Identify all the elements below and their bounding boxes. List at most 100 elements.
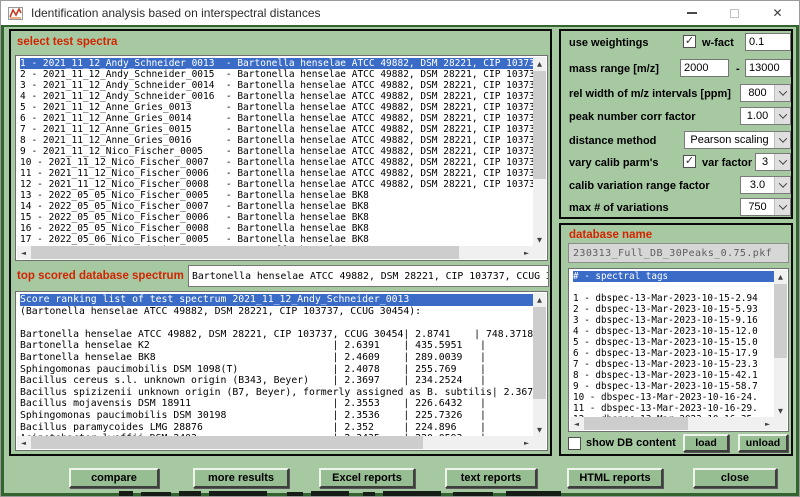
- distance-method-label: distance method: [569, 135, 656, 147]
- list-item[interactable]: 7 - dbspec-13-Mar-2023-10-15-23.3: [573, 359, 774, 370]
- list-item[interactable]: 8 - 2021_11_12_Anne_Gries_0016 - Bartone…: [20, 135, 533, 146]
- minimize-glyph: [687, 12, 697, 14]
- rel-width-value: 800: [741, 85, 774, 101]
- list-item[interactable]: Score ranking list of test spectrum 2021…: [20, 294, 533, 306]
- maximize-icon[interactable]: [713, 1, 756, 25]
- database-name-field[interactable]: 230313_Full_DB_30Peaks_0.75.pkf: [568, 243, 789, 263]
- list-item[interactable]: 1 - 2021_11_12_Andy_Schneider_0013 - Bar…: [20, 58, 533, 69]
- scroll-right-icon[interactable]: ►: [520, 246, 533, 259]
- list-item[interactable]: 16 - 2022_05_05_Nico_Fischer_0008 - Bart…: [20, 223, 533, 234]
- list-item[interactable]: 2 - dbspec-13-Mar-2023-10-15-5.93: [573, 304, 774, 315]
- list-item[interactable]: 7 - 2021_11_12_Anne_Gries_0015 - Bartone…: [20, 124, 533, 135]
- list-item[interactable]: Bartonella henselae ATCC 49882, DSM 2822…: [20, 329, 533, 341]
- list-item[interactable]: 5 - 2021_11_12_Anne_Gries_0013 - Bartone…: [20, 102, 533, 113]
- list-item[interactable]: Bartonella henselae BK8 | 2.4609 | 289.0…: [20, 352, 533, 364]
- scroll-left-icon[interactable]: ◄: [570, 417, 583, 430]
- list-item[interactable]: 9 - dbspec-13-Mar-2023-10-15-58.7: [573, 381, 774, 392]
- calib-range-dropdown[interactable]: 3.0: [740, 176, 791, 194]
- list-item[interactable]: [573, 282, 774, 293]
- list-item[interactable]: 4 - 2021_11_12_Andy_Schneider_0016 - Bar…: [20, 91, 533, 102]
- list-item[interactable]: 13 - 2022_05_05_Nico_Fischer_0005 - Bart…: [20, 190, 533, 201]
- client-area: select test spectra 1 - 2021_11_12_Andy_…: [1, 25, 799, 496]
- list-item[interactable]: 3 - 2021_11_12_Andy_Schneider_0014 - Bar…: [20, 80, 533, 91]
- distance-method-dropdown[interactable]: Pearson scaling: [684, 131, 791, 149]
- scroll-right-icon[interactable]: ►: [520, 436, 533, 449]
- list-item[interactable]: (Bartonella henselae ATCC 49882, DSM 282…: [20, 306, 533, 318]
- test-spectra-panel: select test spectra 1 - 2021_11_12_Andy_…: [9, 29, 552, 456]
- scroll-left-icon[interactable]: ◄: [17, 436, 30, 449]
- close-button[interactable]: close: [693, 468, 777, 488]
- html-reports-button[interactable]: HTML reports: [567, 468, 663, 488]
- max-variations-dropdown[interactable]: 750: [740, 198, 791, 216]
- vertical-scrollbar[interactable]: ▲ ▼: [533, 57, 546, 246]
- list-item[interactable]: Bacillus cereus s.l. unknown origin (B34…: [20, 375, 533, 387]
- scrollbar-thumb[interactable]: [774, 284, 787, 358]
- list-item[interactable]: [20, 317, 533, 329]
- scroll-right-icon[interactable]: ►: [761, 417, 774, 430]
- list-item[interactable]: 3 - dbspec-13-Mar-2023-10-15-9.16: [573, 315, 774, 326]
- unload-button[interactable]: unload: [738, 434, 788, 452]
- max-variations-label: max # of variations: [569, 202, 669, 214]
- mass-range-to-field[interactable]: 13000: [745, 59, 791, 77]
- scrollbar-thumb[interactable]: [31, 246, 459, 259]
- list-item[interactable]: 6 - dbspec-13-Mar-2023-10-15-17.9: [573, 348, 774, 359]
- scroll-up-icon[interactable]: ▲: [533, 57, 546, 70]
- minimize-icon[interactable]: [670, 1, 713, 25]
- excel-reports-button[interactable]: Excel reports: [319, 468, 415, 488]
- list-item[interactable]: 15 - 2022_05_05_Nico_Fischer_0006 - Bart…: [20, 212, 533, 223]
- scroll-up-icon[interactable]: ▲: [774, 270, 787, 283]
- list-item[interactable]: Bacillus paramycoides LMG 28876 | 2.352 …: [20, 422, 533, 434]
- scrollbar-thumb[interactable]: [584, 417, 688, 430]
- w-fact-field[interactable]: 0.1: [745, 33, 791, 51]
- scroll-down-icon[interactable]: ▼: [533, 233, 546, 246]
- list-item[interactable]: 8 - dbspec-13-Mar-2023-10-15-42.1: [573, 370, 774, 381]
- scroll-up-icon[interactable]: ▲: [533, 293, 546, 306]
- vertical-scrollbar[interactable]: ▲ ▼: [533, 293, 546, 436]
- horizontal-scrollbar[interactable]: ◄ ►: [17, 246, 533, 259]
- mass-range-from-field[interactable]: 2000: [680, 59, 729, 77]
- scroll-down-icon[interactable]: ▼: [533, 423, 546, 436]
- vertical-scrollbar[interactable]: ▲ ▼: [774, 270, 787, 417]
- compare-button[interactable]: compare: [69, 468, 159, 488]
- list-item[interactable]: Sphingomonas paucimobilis DSM 30198 | 2.…: [20, 410, 533, 422]
- list-item[interactable]: 12 - 2021_11_12_Nico_Fischer_0008 - Bart…: [20, 179, 533, 190]
- list-item[interactable]: 11 - dbspec-13-Mar-2023-10-16-29.: [573, 403, 774, 414]
- horizontal-scrollbar[interactable]: ◄ ►: [17, 436, 533, 449]
- text-reports-button[interactable]: text reports: [445, 468, 537, 488]
- list-item[interactable]: # - spectral tags: [573, 271, 774, 282]
- list-item[interactable]: 2 - 2021_11_12_Andy_Schneider_0015 - Bar…: [20, 69, 533, 80]
- list-item[interactable]: 10 - 2021_11_12_Nico_Fischer_0007 - Bart…: [20, 157, 533, 168]
- more-results-button[interactable]: more results: [193, 468, 289, 488]
- close-icon[interactable]: ✕: [756, 1, 799, 25]
- list-item[interactable]: Sphingomonas paucimobilis DSM 1098(T) | …: [20, 364, 533, 376]
- list-item[interactable]: 10 - dbspec-13-Mar-2023-10-16-24.: [573, 392, 774, 403]
- scroll-left-icon[interactable]: ◄: [17, 246, 30, 259]
- clipped-background-text: [209, 491, 267, 496]
- show-db-content-checkbox[interactable]: [568, 437, 581, 450]
- list-item[interactable]: Bacillus spizizenii unknown origin (B7, …: [20, 387, 533, 399]
- list-item[interactable]: 9 - 2021_11_12_Nico_Fischer_0005 - Barto…: [20, 146, 533, 157]
- list-item[interactable]: Bartonella henselae K2 | 2.6391 | 435.59…: [20, 340, 533, 352]
- scrollbar-thumb[interactable]: [31, 436, 423, 449]
- scroll-down-icon[interactable]: ▼: [774, 404, 787, 417]
- list-item[interactable]: 17 - 2022_05_06_Nico_Fischer_0005 - Bart…: [20, 234, 533, 245]
- top-scored-spectrum-field[interactable]: Bartonella henselae ATCC 49882, DSM 2822…: [188, 265, 549, 287]
- test-spectra-rows: 1 - 2021_11_12_Andy_Schneider_0013 - Bar…: [17, 57, 533, 246]
- use-weightings-checkbox[interactable]: ✓: [683, 35, 696, 48]
- list-item[interactable]: 5 - dbspec-13-Mar-2023-10-15-15.0: [573, 337, 774, 348]
- var-factor-dropdown[interactable]: 3: [755, 153, 791, 171]
- scrollbar-thumb[interactable]: [533, 71, 546, 179]
- peak-corr-dropdown[interactable]: 1.00: [740, 107, 791, 125]
- list-item[interactable]: 1 - dbspec-13-Mar-2023-10-15-2.94: [573, 293, 774, 304]
- rel-width-dropdown[interactable]: 800: [740, 84, 791, 102]
- list-item[interactable]: 4 - dbspec-13-Mar-2023-10-15-12.0: [573, 326, 774, 337]
- list-item[interactable]: 6 - 2021_11_12_Anne_Gries_0014 - Bartone…: [20, 113, 533, 124]
- list-item[interactable]: 14 - 2022_05_05_Nico_Fischer_0007 - Bart…: [20, 201, 533, 212]
- vary-calib-checkbox[interactable]: ✓: [683, 155, 696, 168]
- chevron-down-icon: [774, 132, 790, 148]
- scrollbar-thumb[interactable]: [533, 307, 546, 399]
- horizontal-scrollbar[interactable]: ◄ ►: [570, 417, 774, 430]
- list-item[interactable]: Bacillus mojavensis DSM 18911 | 2.3553 |…: [20, 398, 533, 410]
- list-item[interactable]: 11 - 2021_11_12_Nico_Fischer_0006 - Bart…: [20, 168, 533, 179]
- load-button[interactable]: load: [683, 434, 729, 452]
